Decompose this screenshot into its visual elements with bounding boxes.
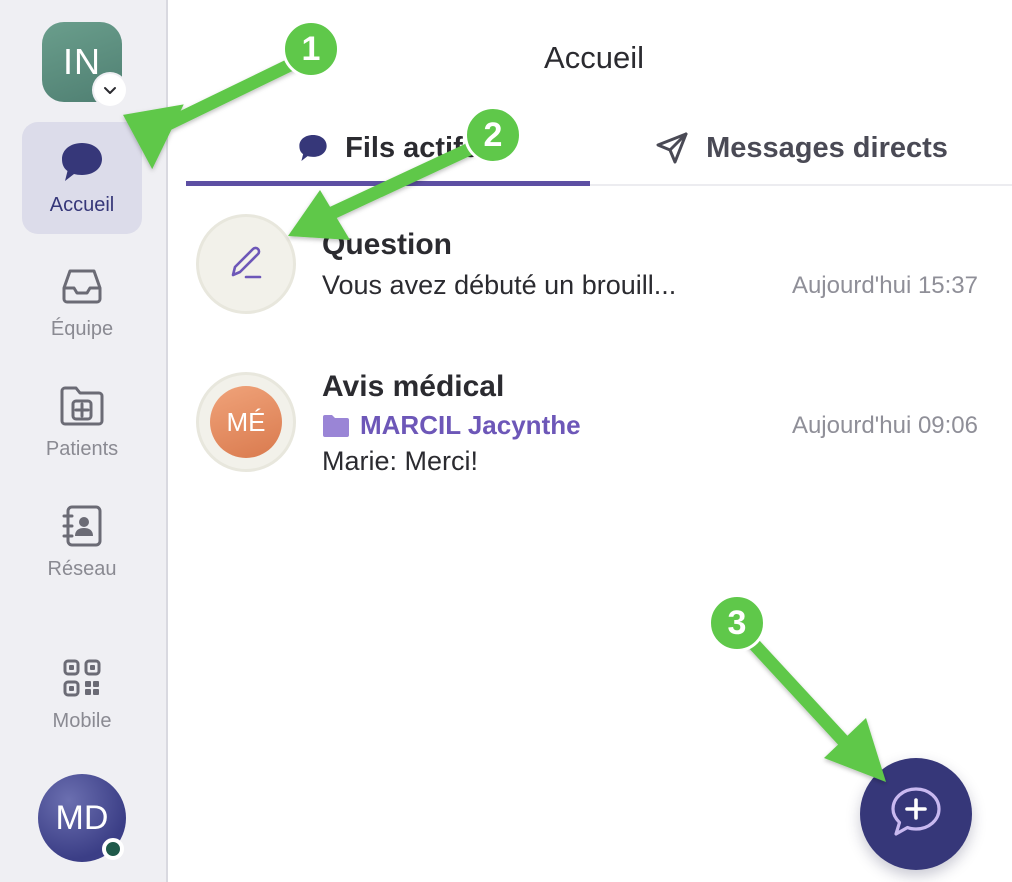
folder-icon [322,414,350,438]
new-conversation-button[interactable] [860,758,972,870]
sidebar-item-label: Équipe [50,318,114,340]
workspace-initials: IN [63,41,101,82]
thread-patient-folder[interactable]: MARCIL Jacynthe [322,410,581,441]
sidebar-item-label: Réseau [47,558,117,580]
user-initials: MD [55,798,109,837]
sidebar-item-home[interactable]: Accueil [22,122,142,234]
inbox-icon [58,262,106,310]
sidebar-item-network[interactable]: Réseau [22,502,142,581]
chevron-down-icon[interactable] [94,74,126,106]
sidebar-item-team[interactable]: Équipe [22,262,142,341]
thread-item[interactable]: MÉ Avis médical MARCIL Jacynthe Marie: M… [196,370,978,492]
thread-avatar-initials: MÉ [210,386,282,458]
tab-label: Messages directs [706,131,948,164]
sidebar-item-label: Patients [45,438,119,460]
thread-preview: Marie: Merci! [322,446,479,476]
thread-title: Question [322,228,453,261]
tab-bar: Fils actifs Messages directs [186,110,1012,186]
thread-item[interactable]: Question Vous avez débuté un brouill... … [196,214,978,324]
annotation-step-1: 1 [282,20,340,78]
thread-avatar: MÉ [196,372,296,472]
app-window: IN Accueil Équipe Patients Réseau Mobile… [0,0,1012,882]
qr-code-icon [58,654,106,702]
chat-bubble-icon [297,133,329,163]
chat-bubble-icon [58,138,106,186]
thread-avatar [196,214,296,314]
sidebar-item-patients[interactable]: Patients [22,382,142,461]
contact-book-icon [58,502,106,550]
pencil-icon [223,239,269,290]
thread-timestamp: Aujourd'hui 15:37 [791,272,978,299]
tab-label: Fils actifs [345,131,479,164]
sidebar-item-mobile[interactable]: Mobile [22,654,142,733]
new-chat-plus-icon [887,783,945,846]
main-panel: Accueil Fils actifs Messages directs Que… [170,0,1012,882]
thread-timestamp: Aujourd'hui 09:06 [791,412,978,439]
thread-title: Avis médical [322,370,505,403]
folder-plus-icon [58,382,106,430]
online-status-dot [102,838,124,860]
tab-direct-messages[interactable]: Messages directs [590,110,1012,186]
thread-preview: Vous avez débuté un brouill... [322,270,677,300]
annotation-step-3: 3 [708,594,766,652]
active-tab-indicator [186,181,590,186]
tab-active-threads[interactable]: Fils actifs [186,110,590,186]
annotation-step-2: 2 [464,106,522,164]
thread-folder-name: MARCIL Jacynthe [360,410,581,440]
send-icon [654,130,690,166]
sidebar: IN Accueil Équipe Patients Réseau Mobile… [0,0,168,882]
sidebar-item-label: Mobile [52,710,112,732]
sidebar-item-label: Accueil [49,194,115,216]
